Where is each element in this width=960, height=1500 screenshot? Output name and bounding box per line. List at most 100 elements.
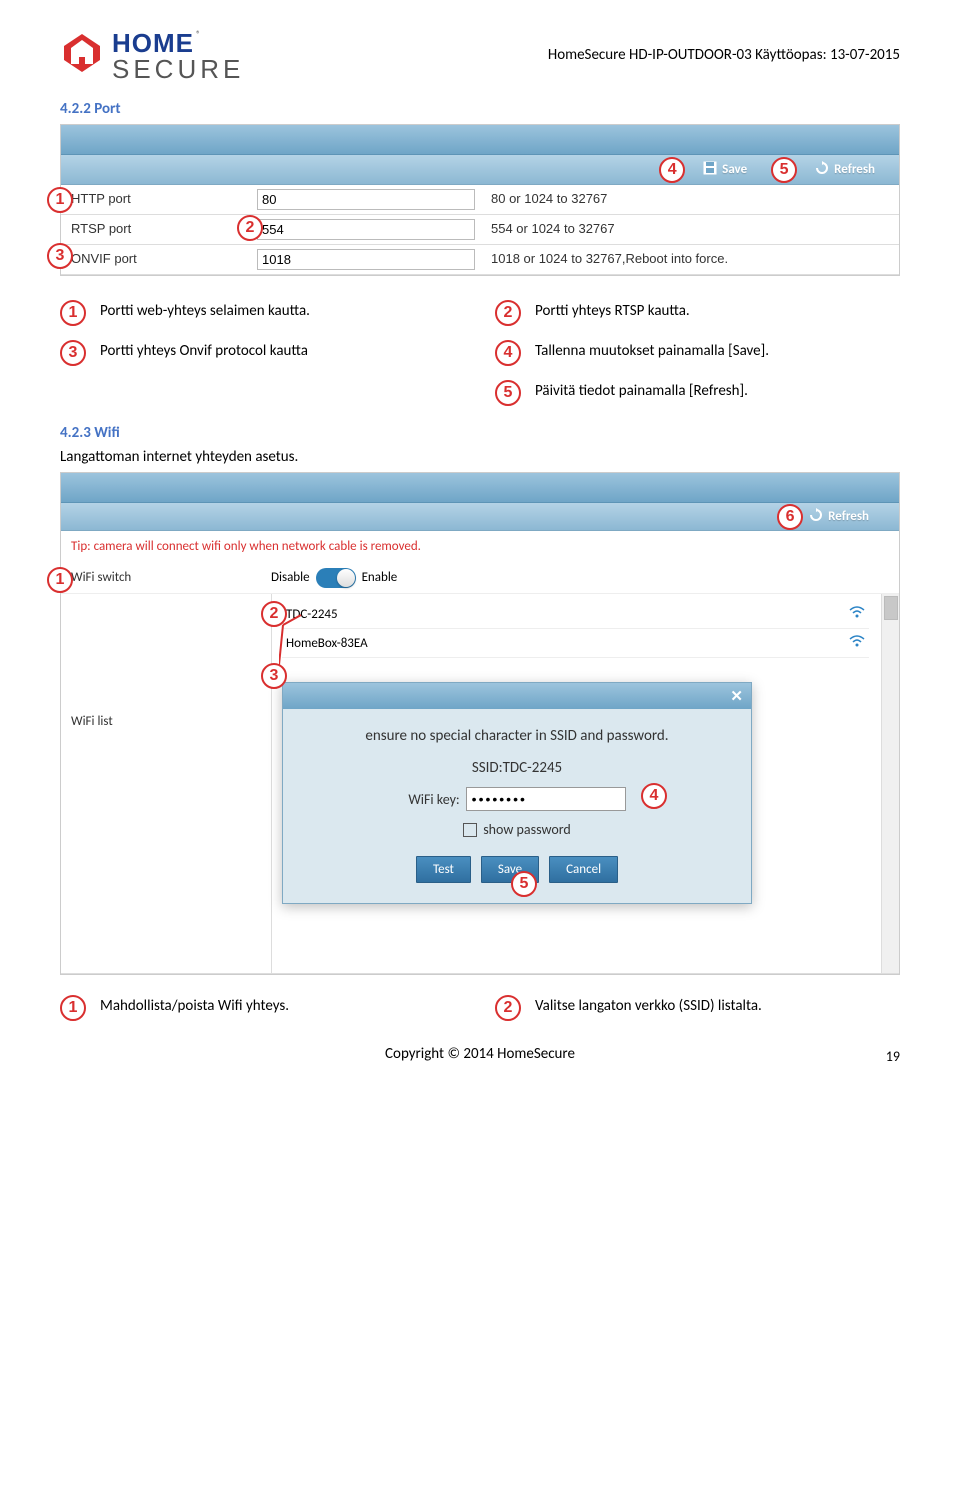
ssid-label: SSID: — [472, 759, 503, 777]
save-button[interactable]: Save — [703, 161, 747, 179]
legend-item: 5 Päivitä tiedot painamalla [Refresh]. — [495, 380, 900, 406]
marker-1: 1 — [47, 187, 73, 213]
legend-item: 1 Portti web-yhteys selaimen kautta. — [60, 300, 465, 326]
wifi-signal-icon — [849, 606, 865, 622]
rtsp-port-input[interactable] — [257, 219, 475, 240]
port-hint: 80 or 1024 to 32767 — [481, 185, 899, 214]
refresh-button[interactable]: Refresh — [815, 161, 875, 179]
scroll-thumb[interactable] — [884, 596, 898, 620]
marker-1: 1 — [47, 567, 73, 593]
wifi-key-label: WiFi key: — [408, 791, 459, 808]
legend-text: Portti web-yhteys selaimen kautta. — [100, 300, 310, 320]
disable-label: Disable — [271, 570, 310, 585]
marker-6: 6 — [777, 504, 803, 530]
port-screenshot: 4 Save 5 Refresh HTTP port 80 or 1024 to… — [60, 124, 900, 276]
marker-2: 2 — [261, 601, 287, 627]
page-number: 19 — [886, 1048, 900, 1065]
panel-topbar — [61, 125, 899, 155]
modal-ssid: SSID:TDC-2245 — [303, 759, 731, 777]
port-legend: 1 Portti web-yhteys selaimen kautta. 3 P… — [60, 300, 900, 406]
section-port-title: 4.2.2 Port — [60, 100, 900, 118]
port-hint: 1018 or 1024 to 32767,Reboot into force. — [481, 245, 899, 274]
legend-item: 1 Mahdollista/poista Wifi yhteys. — [60, 995, 465, 1021]
marker-5: 5 — [511, 871, 537, 897]
footer-copyright: Copyright © 2014 HomeSecure — [60, 1045, 900, 1063]
legend-num: 2 — [495, 300, 521, 326]
modal-header: ✕ — [283, 683, 751, 709]
wifi-key-input[interactable] — [466, 787, 626, 811]
panel-topbar — [61, 473, 899, 503]
legend-num: 3 — [60, 340, 86, 366]
wifi-legend: 1 Mahdollista/poista Wifi yhteys. 2 Vali… — [60, 995, 900, 1021]
home-shield-icon — [60, 30, 104, 74]
section-wifi-title: 4.2.3 Wifi — [60, 424, 900, 442]
wifi-switch-label: WiFi switch — [61, 562, 271, 593]
document-title: HomeSecure HD-IP-OUTDOOR-03 Käyttöopas: … — [548, 30, 900, 64]
port-label: RTSP port — [61, 215, 251, 244]
wifi-connect-modal: ✕ ensure no special character in SSID an… — [282, 682, 752, 904]
legend-text: Valitse langaton verkko (SSID) listalta. — [535, 995, 762, 1015]
legend-num: 5 — [495, 380, 521, 406]
port-label: ONVIF port — [61, 245, 251, 274]
enable-label: Enable — [362, 570, 398, 585]
toggle-track[interactable] — [316, 568, 356, 588]
port-label: HTTP port — [61, 185, 251, 214]
marker-3: 3 — [261, 663, 287, 689]
wifi-key-row: WiFi key: — [303, 787, 731, 811]
test-button[interactable]: Test — [416, 856, 471, 883]
marker-4: 4 — [641, 783, 667, 809]
marker-4: 4 — [659, 157, 685, 183]
page-header: HOME® SECURE HomeSecure HD-IP-OUTDOOR-03… — [60, 30, 900, 82]
legend-item: 2 Portti yhteys RTSP kautta. — [495, 300, 900, 326]
refresh-icon — [809, 508, 823, 526]
save-label: Save — [722, 162, 747, 177]
refresh-button[interactable]: Refresh — [809, 508, 869, 526]
legend-text: Mahdollista/poista Wifi yhteys. — [100, 995, 289, 1015]
refresh-label: Refresh — [828, 509, 869, 524]
port-hint: 554 or 1024 to 32767 — [481, 215, 899, 244]
logo: HOME® SECURE — [60, 30, 244, 82]
cancel-button[interactable]: Cancel — [549, 856, 618, 883]
wifi-switch-row: WiFi switch Disable Enable — [61, 562, 899, 594]
legend-num: 1 — [60, 995, 86, 1021]
legend-text: Portti yhteys Onvif protocol kautta — [100, 340, 308, 360]
wifi-tip: Tip: camera will connect wifi only when … — [61, 531, 899, 562]
scrollbar[interactable] — [881, 594, 899, 973]
legend-num: 2 — [495, 995, 521, 1021]
wifi-list-label: WiFi list — [61, 594, 271, 973]
port-row-onvif: ONVIF port 1018 or 1024 to 32767,Reboot … — [61, 245, 899, 275]
network-name: HomeBox-83EA — [286, 636, 368, 651]
logo-secure-text: SECURE — [112, 56, 244, 82]
wifi-list: WiFi list TDC-2245 HomeBox-83EA — [61, 594, 899, 974]
marker-3: 3 — [47, 243, 73, 269]
network-name: TDC-2245 — [286, 607, 338, 622]
marker-5: 5 — [771, 157, 797, 183]
wifi-signal-icon — [849, 635, 865, 651]
legend-item: 2 Valitse langaton verkko (SSID) listalt… — [495, 995, 900, 1021]
wifi-screenshot: 6 Refresh Tip: camera will connect wifi … — [60, 472, 900, 975]
network-item[interactable]: HomeBox-83EA — [282, 629, 869, 658]
legend-text: Tallenna muutokset painamalla [Save]. — [535, 340, 769, 360]
ssid-value: TDC-2245 — [503, 759, 563, 777]
marker-2: 2 — [237, 215, 263, 241]
close-icon[interactable]: ✕ — [730, 687, 743, 706]
network-item[interactable]: TDC-2245 — [282, 600, 869, 629]
legend-item: 4 Tallenna muutokset painamalla [Save]. — [495, 340, 900, 366]
panel-savebar: 4 Save 5 Refresh — [61, 155, 899, 185]
wifi-toggle[interactable]: Disable Enable — [271, 568, 397, 588]
show-password-row[interactable]: show password — [303, 821, 731, 838]
floppy-icon — [703, 161, 717, 179]
legend-num: 1 — [60, 300, 86, 326]
modal-note: ensure no special character in SSID and … — [303, 727, 731, 745]
http-port-input[interactable] — [257, 189, 475, 210]
checkbox-icon[interactable] — [463, 823, 477, 837]
section-wifi-subtitle: Langattoman internet yhteyden asetus. — [60, 448, 900, 466]
registered-icon: ® — [196, 29, 201, 40]
legend-num: 4 — [495, 340, 521, 366]
port-row-rtsp: RTSP port 554 or 1024 to 32767 — [61, 215, 899, 245]
onvif-port-input[interactable] — [257, 249, 475, 270]
refresh-icon — [815, 161, 829, 179]
refresh-label: Refresh — [834, 162, 875, 177]
port-row-http: HTTP port 80 or 1024 to 32767 — [61, 185, 899, 215]
toggle-knob — [337, 569, 355, 587]
